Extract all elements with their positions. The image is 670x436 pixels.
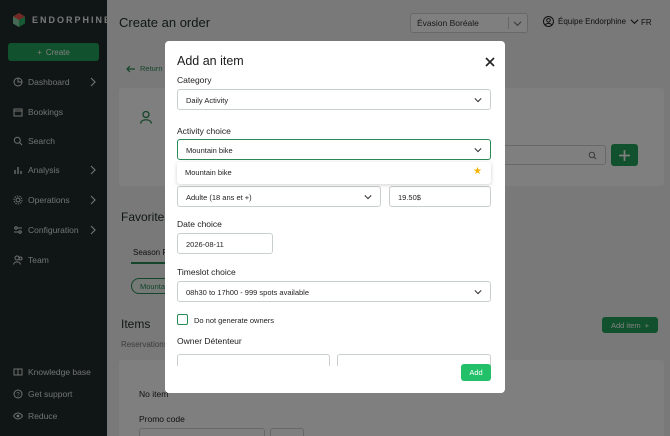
activity-select[interactable]: Mountain bike (177, 139, 491, 160)
date-value: 2026-08-11 (186, 240, 224, 249)
category-label: Category (177, 75, 212, 85)
activity-label: Activity choice (177, 126, 231, 136)
chevron-down-icon (474, 98, 482, 103)
add-button[interactable]: Add (461, 364, 491, 381)
timeslot-select[interactable]: 08h30 to 17h00 - 999 spots available (177, 281, 491, 302)
modal-title: Add an item (177, 54, 244, 68)
timeslot-label: Timeslot choice (177, 267, 236, 277)
timeslot-select-value: 08h30 to 17h00 - 999 spots available (186, 288, 310, 297)
owner-first-name-input[interactable] (177, 354, 330, 366)
date-input[interactable]: 2026-08-11 (177, 233, 273, 254)
activity-dropdown-option[interactable]: Mountain bike ★ (177, 162, 491, 184)
category-select[interactable]: Daily Activity (177, 89, 491, 110)
chevron-down-icon (474, 290, 482, 295)
price-value: 19.50$ (398, 193, 421, 202)
chevron-down-icon (364, 195, 372, 200)
no-owners-checkbox[interactable] (177, 314, 188, 325)
rate-select-value: Adulte (18 ans et +) (186, 193, 252, 202)
activity-option-label: Mountain bike (185, 168, 232, 177)
activity-select-value: Mountain bike (186, 146, 233, 155)
category-select-value: Daily Activity (186, 96, 229, 105)
owner-label: Owner Détenteur (177, 336, 242, 346)
date-label: Date choice (177, 219, 222, 229)
rate-select[interactable]: Adulte (18 ans et +) (177, 186, 381, 207)
add-item-modal: Add an item Category Daily Activity Acti… (165, 41, 505, 393)
price-input[interactable]: 19.50$ (389, 186, 491, 207)
close-icon[interactable] (483, 55, 497, 69)
no-owners-label: Do not generate owners (194, 316, 275, 325)
star-icon[interactable]: ★ (473, 166, 482, 177)
chevron-down-icon (474, 148, 482, 153)
